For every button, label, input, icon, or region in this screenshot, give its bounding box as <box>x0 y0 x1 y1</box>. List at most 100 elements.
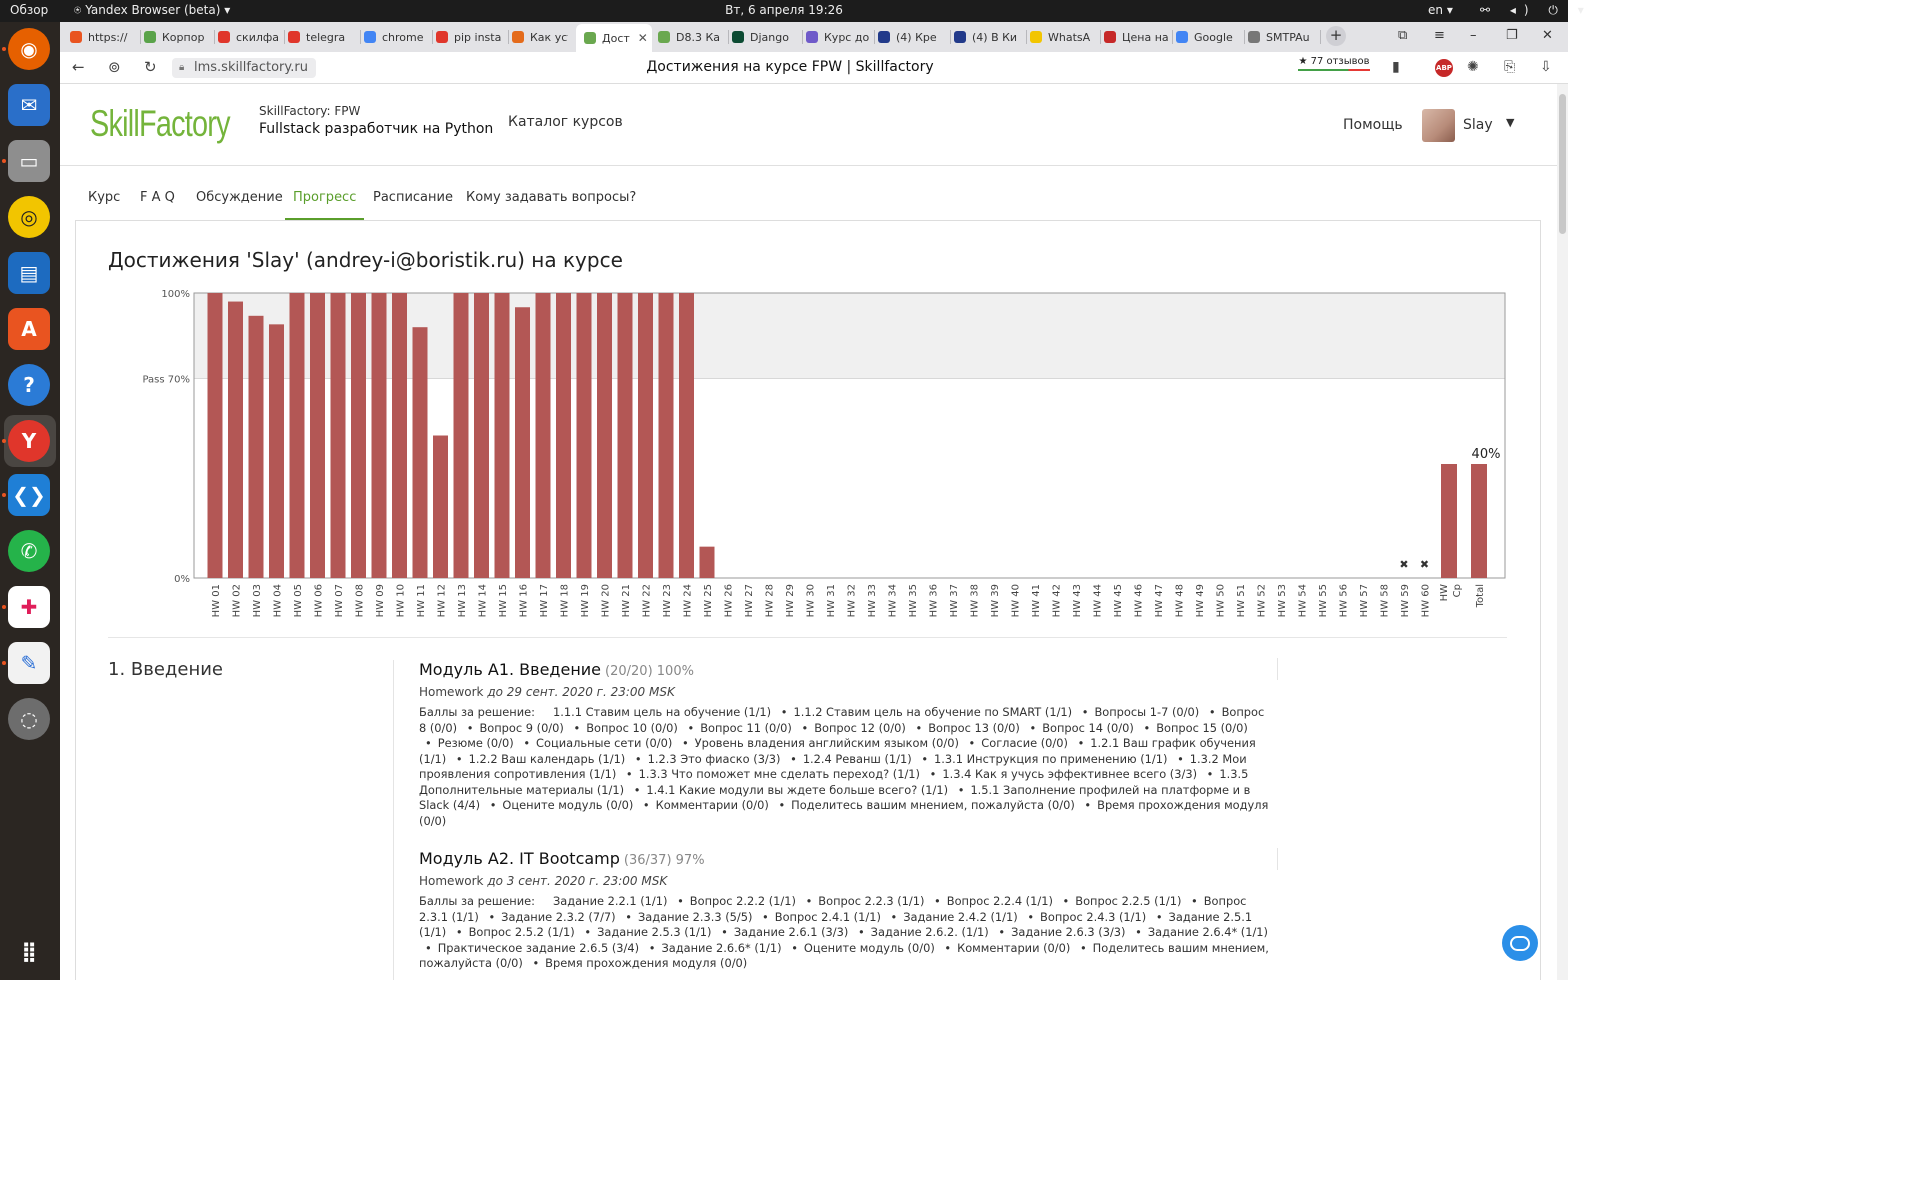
score-item-link[interactable]: Вопрос 2.2.4 (1/1) <box>947 894 1053 908</box>
score-item-link[interactable]: Вопрос 2.2.3 (1/1) <box>818 894 924 908</box>
help-link[interactable]: Помощь <box>1343 117 1403 133</box>
browser-tab[interactable]: chrome <box>364 25 428 49</box>
score-item-link[interactable]: 1.2.3 Это фиаско (3/3) <box>648 752 781 766</box>
score-item-link[interactable]: Социальные сети (0/0) <box>536 736 672 750</box>
help-icon[interactable]: ? <box>8 364 50 406</box>
tab-active[interactable]: Дост ✕ <box>576 24 652 52</box>
disks-icon[interactable]: ◌ <box>8 698 50 740</box>
tabs-overview-icon[interactable]: ⧉ <box>1398 28 1407 43</box>
score-item-link[interactable]: Согласие (0/0) <box>981 736 1068 750</box>
score-item-link[interactable]: Вопрос 2.2.2 (1/1) <box>690 894 796 908</box>
score-item-link[interactable]: Вопрос 2.5.2 (1/1) <box>469 925 575 939</box>
score-item-link[interactable]: Комментарии (0/0) <box>957 941 1070 955</box>
avatar[interactable] <box>1422 109 1455 142</box>
score-item-link[interactable]: Задание 2.6.6* (1/1) <box>661 941 781 955</box>
browser-tab[interactable]: Цена на <box>1104 25 1168 49</box>
score-item-link[interactable]: Вопрос 2.4.1 (1/1) <box>775 910 881 924</box>
writer-icon[interactable]: ▤ <box>8 252 50 294</box>
bookmark-icon[interactable]: ▮ <box>1392 59 1400 75</box>
score-item-link[interactable]: 1.2.4 Реванш (1/1) <box>803 752 912 766</box>
module-title[interactable]: Модуль А1. Введение <box>419 660 601 679</box>
score-item-link[interactable]: Вопрос 12 (0/0) <box>814 721 906 735</box>
browser-tab[interactable]: Курс до <box>806 25 870 49</box>
browser-tab[interactable]: https:// <box>70 25 136 49</box>
browser-menu-icon[interactable]: ≡ <box>1434 28 1445 43</box>
software-icon[interactable]: A <box>8 308 50 350</box>
score-item-link[interactable]: 1.3.4 Как я учусь эффективнее всего (3/3… <box>942 767 1197 781</box>
clock[interactable]: Вт, 6 апреля 19:26 <box>0 3 1568 17</box>
extension-bug-icon[interactable]: ✺ <box>1467 59 1479 75</box>
browser-tab[interactable]: (4) В Ки <box>954 25 1022 49</box>
whatsapp-icon[interactable]: ✆ <box>8 530 50 572</box>
score-item-link[interactable]: Вопрос 2.2.5 (1/1) <box>1075 894 1181 908</box>
browser-tab[interactable]: pip insta <box>436 25 504 49</box>
score-item-link[interactable]: Задание 2.6.4* (1/1) <box>1148 925 1268 939</box>
tab-faq[interactable]: F A Q <box>140 190 175 205</box>
score-item-link[interactable]: Задание 2.2.1 (1/1) <box>553 894 667 908</box>
score-item-link[interactable]: 1.1.2 Ставим цель на обучение по SMART (… <box>793 705 1072 719</box>
tab-progress[interactable]: Прогресс <box>284 190 365 220</box>
vscode-icon[interactable]: ❮❯ <box>8 474 50 516</box>
score-item-link[interactable]: Вопрос 15 (0/0) <box>1156 721 1248 735</box>
extensions-icon[interactable]: ⎘ <box>1504 59 1515 75</box>
scrollbar[interactable] <box>1557 84 1568 980</box>
score-item-link[interactable]: Поделитесь вашим мнением, пожалуйста (0/… <box>791 798 1075 812</box>
score-item-link[interactable]: 1.3.3 Что поможет мне сделать переход? (… <box>639 767 920 781</box>
score-item-link[interactable]: Задание 2.4.2 (1/1) <box>903 910 1017 924</box>
catalog-link[interactable]: Каталог курсов <box>508 114 623 130</box>
browser-tab[interactable]: Корпор <box>144 25 210 49</box>
tab-contacts[interactable]: Кому задавать вопросы? <box>466 190 636 205</box>
score-item-link[interactable]: Вопросы 1-7 (0/0) <box>1094 705 1199 719</box>
score-item-link[interactable]: Задание 2.3.3 (5/5) <box>638 910 752 924</box>
scrollbar-thumb[interactable] <box>1559 94 1566 234</box>
browser-tab[interactable]: WhatsA <box>1030 25 1096 49</box>
firefox-icon[interactable]: ◉ <box>8 28 50 70</box>
adblock-icon[interactable]: ABP <box>1435 59 1453 77</box>
score-item-link[interactable]: 1.1.1 Ставим цель на обучение (1/1) <box>553 705 771 719</box>
score-item-link[interactable]: Комментарии (0/0) <box>656 798 769 812</box>
text-editor-icon[interactable]: ✎ <box>8 642 50 684</box>
score-item-link[interactable]: Вопрос 9 (0/0) <box>479 721 563 735</box>
module-title[interactable]: Модуль А2. IT Bootcamp <box>419 849 620 868</box>
browser-tab[interactable]: Django <box>732 25 798 49</box>
browser-tab[interactable]: скилфа <box>218 25 280 49</box>
score-item-link[interactable]: Задание 2.6.1 (3/3) <box>734 925 848 939</box>
minimize-icon[interactable]: – <box>1470 28 1477 43</box>
reviews-badge[interactable]: ★ 77 отзывов <box>1298 56 1370 71</box>
thunderbird-icon[interactable]: ✉ <box>8 84 50 126</box>
system-tray-icons[interactable]: ⚯ ◂) ⏻ ▾ <box>1480 3 1592 18</box>
score-item-link[interactable]: Уровень владения английским языком (0/0) <box>695 736 959 750</box>
tab-course[interactable]: Курс <box>88 190 120 205</box>
browser-tab[interactable]: SMTPAu <box>1248 25 1316 49</box>
browser-tab[interactable]: Google <box>1176 25 1240 49</box>
score-item-link[interactable]: Оцените модуль (0/0) <box>502 798 633 812</box>
files-icon[interactable]: ▭ <box>8 140 50 182</box>
apps-grid-icon[interactable]: ⣿ <box>8 930 50 972</box>
score-item-link[interactable]: Время прохождения модуля (0/0) <box>545 956 747 970</box>
score-item-link[interactable]: Вопрос 2.4.3 (1/1) <box>1040 910 1146 924</box>
skillfactory-logo[interactable]: SkillFactory <box>90 103 231 145</box>
score-item-link[interactable]: Задание 2.5.3 (1/1) <box>597 925 711 939</box>
score-item-link[interactable]: Оцените модуль (0/0) <box>804 941 935 955</box>
score-item-link[interactable]: Резюме (0/0) <box>438 736 514 750</box>
browser-tab[interactable]: Как уста <box>512 25 568 49</box>
score-item-link[interactable]: Задание 2.6.2. (1/1) <box>871 925 989 939</box>
score-item-link[interactable]: 1.4.1 Какие модули вы ждете больше всего… <box>646 783 948 797</box>
close-tab-icon[interactable]: ✕ <box>638 31 648 45</box>
tab-schedule[interactable]: Расписание <box>373 190 453 205</box>
rhythmbox-icon[interactable]: ◎ <box>8 196 50 238</box>
score-item-link[interactable]: 1.2.2 Ваш календарь (1/1) <box>469 752 626 766</box>
score-item-link[interactable]: Вопрос 13 (0/0) <box>928 721 1020 735</box>
score-item-link[interactable]: Вопрос 10 (0/0) <box>586 721 678 735</box>
restore-icon[interactable]: ❐ <box>1506 28 1518 43</box>
close-window-icon[interactable]: ✕ <box>1542 28 1553 43</box>
score-item-link[interactable]: Вопрос 14 (0/0) <box>1042 721 1134 735</box>
chat-icon[interactable] <box>1502 925 1538 961</box>
score-item-link[interactable]: Вопрос 11 (0/0) <box>700 721 792 735</box>
new-tab-button[interactable]: + <box>1326 26 1346 46</box>
score-item-link[interactable]: Практическое задание 2.6.5 (3/4) <box>438 941 639 955</box>
downloads-icon[interactable]: ⇩ <box>1540 59 1552 75</box>
keyboard-layout[interactable]: en ▾ <box>1428 3 1453 17</box>
browser-tab[interactable]: telegra <box>288 25 356 49</box>
user-name[interactable]: Slay <box>1463 117 1493 133</box>
